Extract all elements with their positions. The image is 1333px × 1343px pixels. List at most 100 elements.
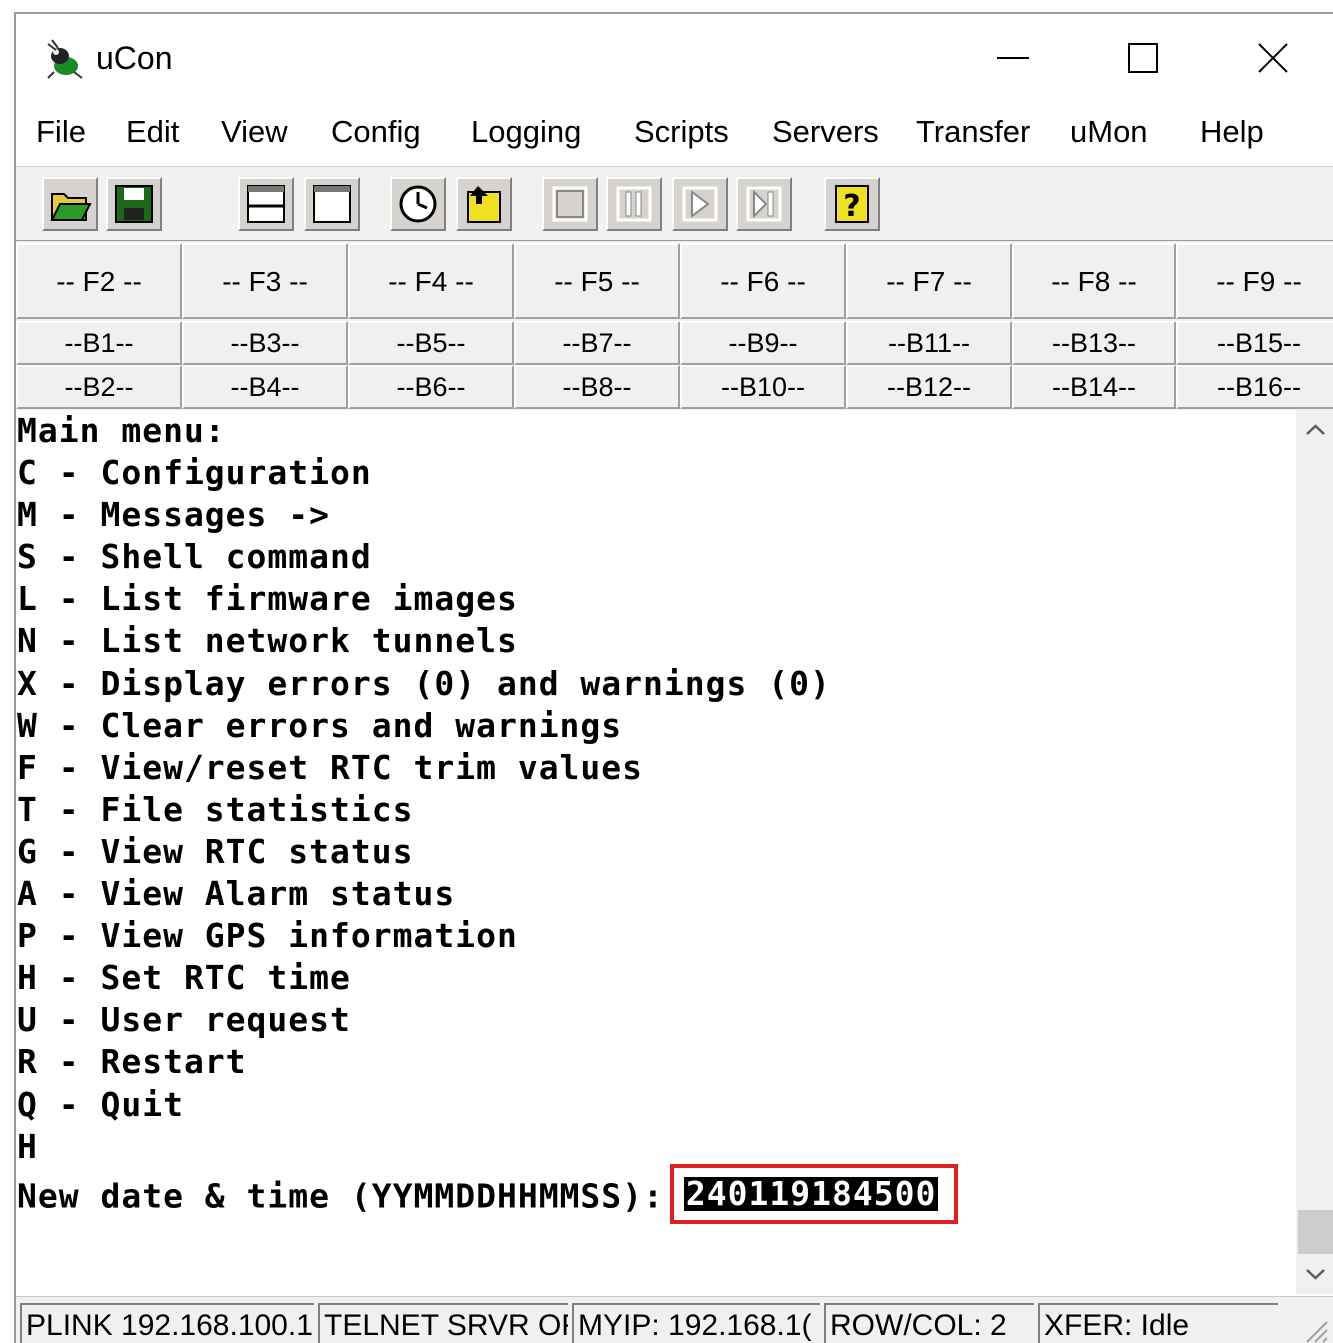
status-telnet-server: TELNET SRVR OF — [318, 1303, 568, 1343]
date-time-prompt: New date & time (YYMMDDHHMMSS): 240119184… — [17, 1163, 959, 1224]
b14-button[interactable]: --B14-- — [1012, 365, 1176, 409]
status-plink: PLINK 192.168.100.1 — [20, 1303, 314, 1343]
input-highlight-box: 240119184500 — [669, 1163, 959, 1224]
b6-button[interactable]: --B6-- — [348, 365, 514, 409]
window-title: uCon — [96, 40, 173, 76]
chevron-up-icon — [1306, 424, 1325, 435]
terminal-line: X - Display errors (0) and warnings (0) — [17, 663, 831, 703]
b5-button[interactable]: --B5-- — [348, 321, 514, 365]
timer-button[interactable] — [390, 177, 446, 231]
close-button[interactable] — [1218, 14, 1328, 102]
menu-view[interactable]: View — [221, 110, 288, 162]
function-key-panel: -- F2 -- -- F3 -- -- F4 -- -- F5 -- -- F… — [16, 240, 1333, 413]
single-view-button[interactable] — [304, 177, 360, 231]
open-folder-icon — [50, 193, 92, 221]
terminal-line: U - User request — [17, 1000, 351, 1040]
single-pane-icon — [313, 185, 351, 223]
f2-button[interactable]: -- F2 -- — [16, 243, 182, 319]
menu-file[interactable]: File — [36, 110, 86, 162]
menu-servers[interactable]: Servers — [772, 110, 879, 162]
b2-button[interactable]: --B2-- — [16, 365, 182, 409]
maximize-button[interactable] — [1088, 14, 1198, 102]
terminal-line: F - View/reset RTC trim values — [17, 747, 644, 787]
prompt-label: New date & time (YYMMDDHHMMSS): — [17, 1176, 664, 1216]
f5-button[interactable]: -- F5 -- — [514, 243, 680, 319]
svg-text:?: ? — [843, 189, 860, 224]
step-icon — [746, 186, 782, 222]
app-bug-icon — [47, 39, 83, 79]
b10-button[interactable]: --B10-- — [680, 365, 846, 409]
terminal-lines: Main menu: C - Configuration M - Message… — [17, 410, 959, 1224]
chevron-down-icon — [1306, 1269, 1325, 1280]
toolbar: ? — [16, 166, 1333, 241]
split-horizontal-icon — [247, 185, 285, 223]
scroll-down-button[interactable] — [1296, 1254, 1333, 1294]
b13-button[interactable]: --B13-- — [1012, 321, 1176, 365]
terminal-output[interactable]: Main menu: C - Configuration M - Message… — [16, 410, 1296, 1294]
b7-button[interactable]: --B7-- — [514, 321, 680, 365]
menu-logging[interactable]: Logging — [471, 110, 581, 162]
stop-button[interactable] — [542, 177, 598, 231]
terminal-line: C - Configuration — [17, 453, 372, 493]
terminal-line: H - Set RTC time — [17, 958, 351, 998]
scroll-thumb[interactable] — [1298, 1210, 1333, 1254]
b16-button[interactable]: --B16-- — [1176, 365, 1333, 409]
terminal-line: A - View Alarm status — [17, 874, 456, 914]
f7-button[interactable]: -- F7 -- — [846, 243, 1012, 319]
vertical-scrollbar[interactable] — [1296, 410, 1333, 1294]
menu-help[interactable]: Help — [1200, 110, 1264, 162]
f8-button[interactable]: -- F8 -- — [1012, 243, 1176, 319]
help-button[interactable]: ? — [824, 177, 880, 231]
status-myip: MYIP: 192.168.1( — [572, 1303, 820, 1343]
minimize-icon — [997, 57, 1029, 59]
f6-button[interactable]: -- F6 -- — [680, 243, 846, 319]
terminal-line: N - List network tunnels — [17, 621, 518, 661]
minimize-button[interactable] — [958, 14, 1068, 102]
load-script-button[interactable] — [456, 177, 512, 231]
terminal-line: P - View GPS information — [17, 916, 518, 956]
open-button[interactable] — [42, 177, 98, 231]
step-button[interactable] — [736, 177, 792, 231]
menu-edit[interactable]: Edit — [126, 110, 179, 162]
play-button[interactable] — [672, 177, 728, 231]
save-button[interactable] — [106, 177, 162, 231]
pause-icon — [616, 186, 652, 222]
split-view-button[interactable] — [238, 177, 294, 231]
menu-transfer[interactable]: Transfer — [916, 110, 1030, 162]
scroll-up-button[interactable] — [1296, 410, 1333, 450]
terminal-line: R - Restart — [17, 1042, 247, 1082]
maximize-icon — [1128, 43, 1158, 73]
stop-icon — [552, 186, 588, 222]
status-row-col: ROW/COL: 2 — [824, 1303, 1034, 1343]
terminal-line: H — [17, 1126, 38, 1166]
b15-button[interactable]: --B15-- — [1176, 321, 1333, 365]
f9-button[interactable]: -- F9 -- — [1176, 243, 1333, 319]
terminal-line: T - File statistics — [17, 789, 414, 829]
title-bar: uCon — [16, 14, 1333, 102]
save-disk-icon — [115, 185, 153, 223]
close-icon — [1258, 43, 1288, 73]
b8-button[interactable]: --B8-- — [514, 365, 680, 409]
b4-button[interactable]: --B4-- — [182, 365, 348, 409]
pause-button[interactable] — [606, 177, 662, 231]
b9-button[interactable]: --B9-- — [680, 321, 846, 365]
play-icon — [682, 186, 718, 222]
b1-button[interactable]: --B1-- — [16, 321, 182, 365]
b12-button[interactable]: --B12-- — [846, 365, 1012, 409]
menu-bar: File Edit View Config Logging Scripts Se… — [16, 110, 1333, 162]
b11-button[interactable]: --B11-- — [846, 321, 1012, 365]
f4-button[interactable]: -- F4 -- — [348, 243, 514, 319]
date-time-input[interactable]: 240119184500 — [683, 1176, 939, 1211]
load-script-icon — [467, 186, 501, 223]
menu-umon[interactable]: uMon — [1070, 110, 1148, 162]
resize-grip-icon[interactable] — [1301, 1316, 1329, 1343]
f3-button[interactable]: -- F3 -- — [182, 243, 348, 319]
terminal-line: G - View RTC status — [17, 831, 414, 871]
menu-config[interactable]: Config — [331, 110, 421, 162]
terminal-line: Main menu: — [17, 411, 226, 450]
ucon-window: uCon File Edit View Config Logging Scrip… — [14, 12, 1333, 1343]
menu-scripts[interactable]: Scripts — [634, 110, 729, 162]
help-icon: ? — [835, 185, 869, 224]
clock-icon — [399, 185, 437, 223]
b3-button[interactable]: --B3-- — [182, 321, 348, 365]
